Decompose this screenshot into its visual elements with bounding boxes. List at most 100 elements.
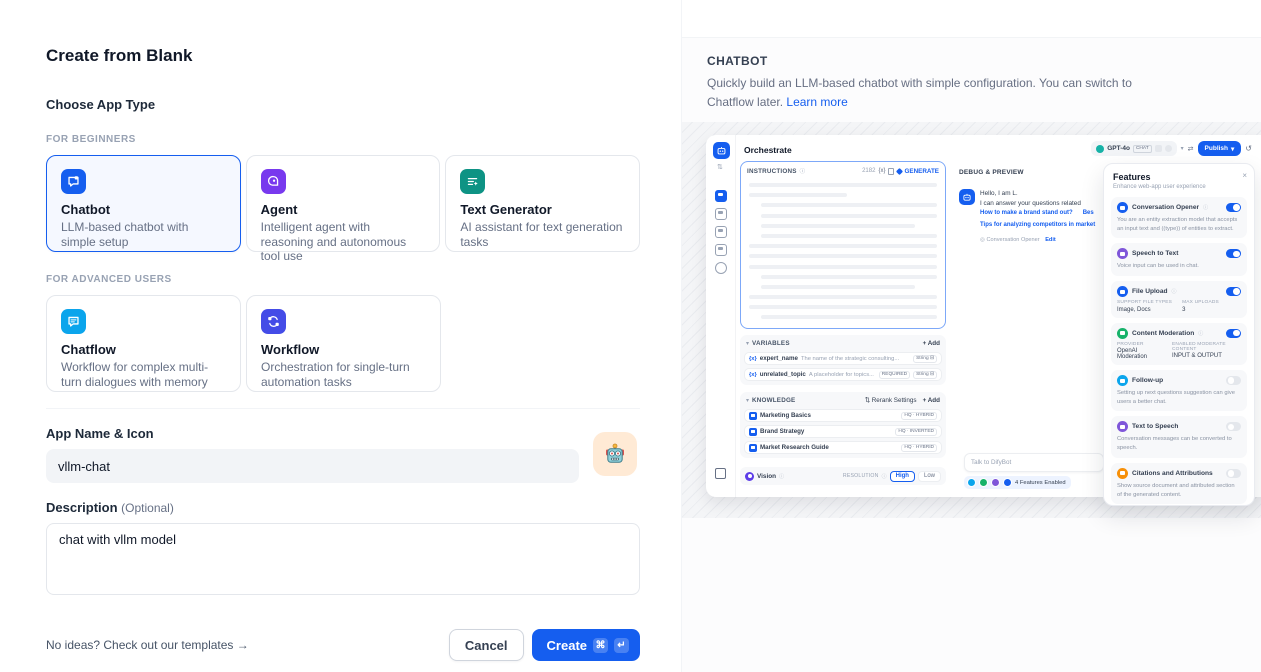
suggested-question[interactable]: Tips for analyzing competitors in market: [980, 220, 1095, 231]
mini-nav-logs-icon[interactable]: [715, 226, 727, 238]
choose-app-type-label: Choose App Type: [46, 97, 640, 112]
mini-instructions-header: INSTRUCTIONS ⓘ 2182 {x} GENERATE: [741, 162, 945, 177]
for-beginners-label: FOR BEGINNERS: [46, 134, 640, 145]
toggle-speech-to-text[interactable]: [1226, 249, 1241, 258]
feature-chip-icon: [991, 478, 1000, 487]
app-type-card-text-generator[interactable]: Text Generator AI assistant for text gen…: [445, 155, 640, 252]
edit-opener-link[interactable]: Edit: [1045, 237, 1056, 243]
mini-collapse-icon[interactable]: [715, 468, 726, 479]
retrieval-badge: HQ · HYBRID: [901, 444, 937, 452]
copy-icon[interactable]: [888, 168, 894, 175]
info-icon: ⓘ: [882, 473, 887, 480]
mini-knowledge-section: ▾ KNOWLEDGE ⇅ Rerank Settings + Add Mark…: [740, 392, 946, 458]
knowledge-row[interactable]: Market Research Guide HQ · HYBRID: [744, 441, 942, 454]
mini-page-title: Orchestrate: [744, 145, 792, 155]
sparkle-icon: [896, 167, 903, 174]
conversation-opener-icon: [1117, 202, 1128, 213]
templates-link[interactable]: No ideas? Check out our templates →: [46, 638, 249, 652]
features-header: Features Enhance web-app user experience…: [1111, 172, 1247, 190]
knowledge-row[interactable]: Brand Strategy HQ · INVERTED: [744, 425, 942, 438]
gpt4o-icon: [1096, 145, 1104, 153]
suggested-question[interactable]: How to make a brand stand out?Bes: [980, 208, 1095, 219]
preview-header: CHATBOT Quickly build an LLM-based chatb…: [682, 38, 1261, 111]
skeleton-line: [761, 224, 915, 228]
chevron-down-icon[interactable]: ▾: [1181, 145, 1184, 152]
toggle-content-moderation[interactable]: [1226, 329, 1241, 338]
app-type-card-chatflow[interactable]: Chatflow Workflow for complex multi-turn…: [46, 295, 241, 392]
feature-card-text-to-speech[interactable]: Text to Speech Conversation messages can…: [1111, 416, 1247, 457]
add-variable-button[interactable]: + Add: [923, 340, 940, 347]
toggle-text-to-speech[interactable]: [1226, 422, 1241, 431]
feature-chip-icon: [1003, 478, 1012, 487]
mini-model-chip[interactable]: GPT-4o CHAT: [1091, 141, 1176, 156]
toggle-follow-up[interactable]: [1226, 376, 1241, 385]
info-icon: ⓘ: [800, 167, 806, 175]
bot-avatar-icon: [959, 189, 975, 205]
feature-card-file-upload[interactable]: File Upload ⓘ SUPPORT FILE TYPES Image, …: [1111, 281, 1247, 318]
feature-card-citations[interactable]: Citations and Attributions Show source d…: [1111, 463, 1247, 504]
app-name-input[interactable]: [46, 449, 579, 483]
mini-nav-docs-icon[interactable]: [715, 244, 727, 256]
variable-row[interactable]: {x} expert_name The name of the strategi…: [744, 352, 942, 365]
app-type-desc: LLM-based chatbot with simple setup: [61, 220, 226, 249]
close-icon[interactable]: ×: [1242, 172, 1247, 180]
skeleton-line: [761, 275, 937, 279]
skeleton-line: [749, 193, 847, 197]
mini-variables-section: ▾ VARIABLES + Add {x} expert_name The na…: [740, 335, 946, 385]
variable-row[interactable]: {x} unrelated_topic A placeholder for to…: [744, 368, 942, 381]
resolution-low-chip[interactable]: Low: [918, 471, 941, 482]
create-button[interactable]: Create ⌘ ↵: [532, 629, 640, 661]
toggle-citations[interactable]: [1226, 469, 1241, 478]
settings-icon: [1165, 145, 1172, 152]
follow-up-icon: [1117, 375, 1128, 386]
beginner-card-row: Chatbot LLM-based chatbot with simple se…: [46, 155, 640, 252]
variable-icon: {x}: [749, 356, 757, 362]
feature-card-conversation-opener[interactable]: Conversation Opener ⓘ You are an entity …: [1111, 197, 1247, 238]
file-upload-icon: [1117, 286, 1128, 297]
info-icon: ⓘ: [1172, 288, 1177, 295]
learn-more-link[interactable]: Learn more: [786, 95, 847, 109]
swap-model-icon[interactable]: ⇄: [1188, 145, 1194, 153]
chevron-down-icon[interactable]: ▾: [746, 397, 749, 404]
app-type-card-workflow[interactable]: Workflow Orchestration for single-turn a…: [246, 295, 441, 392]
skeleton-line: [749, 244, 937, 248]
feature-card-speech-to-text[interactable]: Speech to Text Voice input can be used i…: [1111, 243, 1247, 276]
mini-publish-button[interactable]: Publish ▾: [1198, 141, 1242, 156]
resolution-high-chip[interactable]: High: [890, 471, 915, 482]
speech-to-text-icon: [1117, 248, 1128, 259]
skeleton-line: [761, 285, 915, 289]
knowledge-row[interactable]: Marketing Basics HQ · HYBRID: [744, 409, 942, 422]
mini-nav-settings-icon[interactable]: [715, 262, 727, 274]
feature-chip-icon: [967, 478, 976, 487]
features-enabled-chip[interactable]: 4 Features Enabled: [964, 476, 1071, 489]
create-from-blank-panel: Create from Blank Choose App Type FOR BE…: [0, 0, 681, 672]
description-optional-label: (Optional): [121, 501, 174, 515]
mini-nav-image-icon[interactable]: [715, 208, 727, 220]
divider: [46, 408, 640, 409]
app-type-card-agent[interactable]: Agent Intelligent agent with reasoning a…: [246, 155, 441, 252]
preview-image-region: ⇅ Orchestrate GPT-4o CHAT: [682, 122, 1261, 518]
app-type-desc: Workflow for complex multi-turn dialogue…: [61, 360, 226, 389]
feature-card-follow-up[interactable]: Follow-up Setting up next questions sugg…: [1111, 370, 1247, 411]
toggle-conversation-opener[interactable]: [1226, 203, 1241, 212]
mini-model-bar: GPT-4o CHAT ▾ ⇄ Publish ▾ ↺: [1091, 141, 1252, 156]
cancel-button[interactable]: Cancel: [449, 629, 524, 661]
mini-generate-button[interactable]: GENERATE: [897, 168, 939, 175]
chevron-down-icon[interactable]: ▾: [746, 340, 749, 347]
dialog-footer: No ideas? Check out our templates → Canc…: [46, 629, 640, 661]
variable-icon[interactable]: {x}: [878, 168, 885, 174]
mini-chat-input[interactable]: Talk to DifyBot: [964, 453, 1104, 472]
app-icon-picker[interactable]: [593, 432, 637, 476]
rerank-settings-button[interactable]: ⇅ Rerank Settings: [865, 397, 917, 404]
agent-icon: [261, 169, 286, 194]
chatflow-icon: [61, 309, 86, 334]
add-knowledge-button[interactable]: + Add: [923, 397, 940, 404]
description-textarea[interactable]: chat with vllm model: [46, 523, 640, 595]
feature-card-content-moderation[interactable]: Content Moderation ⓘ PROVIDER OpenAI Mod…: [1111, 323, 1247, 366]
toggle-file-upload[interactable]: [1226, 287, 1241, 296]
app-type-card-chatbot[interactable]: Chatbot LLM-based chatbot with simple se…: [46, 155, 241, 252]
mini-nav-orchestrate-icon[interactable]: [715, 190, 727, 202]
type-badge: String ⊟: [913, 371, 937, 379]
history-icon[interactable]: ↺: [1245, 144, 1252, 153]
dataset-icon: [749, 444, 757, 452]
